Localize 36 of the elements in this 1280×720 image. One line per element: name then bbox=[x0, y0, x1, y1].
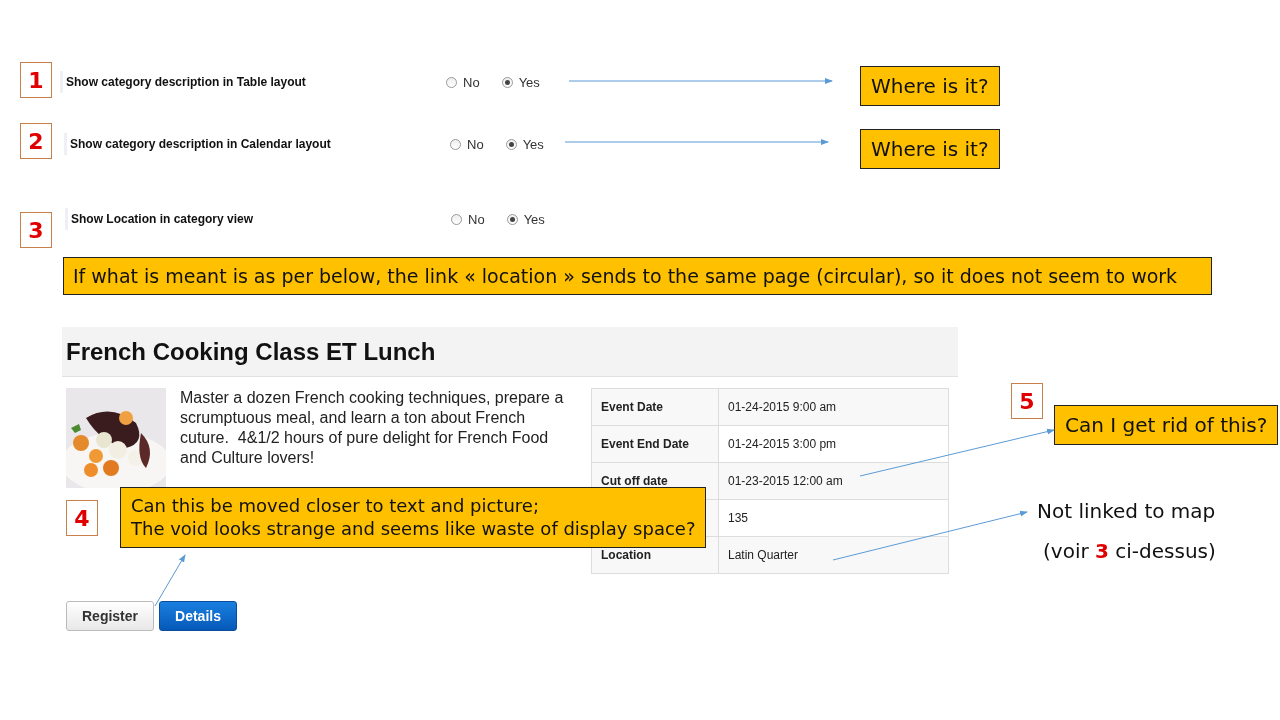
callout-note: If what is meant is as per below, the link « location » sends to the same page (circular), so it does not seem to work bbox=[63, 257, 1212, 295]
annotation-text: (voir 3 ci-dessus) bbox=[1043, 539, 1216, 563]
detail-value: Latin Quarter bbox=[718, 536, 949, 574]
annotation-text: Not linked to map bbox=[1037, 499, 1216, 523]
option-label: Yes bbox=[522, 136, 544, 152]
option-label: No bbox=[463, 74, 480, 90]
radio-button[interactable] bbox=[450, 138, 461, 150]
radio-button[interactable] bbox=[506, 213, 518, 225]
arrow bbox=[154, 554, 186, 607]
radio-button[interactable] bbox=[451, 213, 462, 225]
callout-note: Can I get rid of this? bbox=[1054, 405, 1279, 445]
detail-label: Event End Date bbox=[591, 425, 719, 463]
radio-button[interactable] bbox=[505, 138, 517, 150]
option-label: No bbox=[467, 136, 484, 152]
callout-note: Can this be moved closer to text and picture; The void looks strange and seems like waste of display space? bbox=[120, 487, 707, 548]
step-number: 2 bbox=[20, 123, 52, 159]
step-number: 3 bbox=[20, 212, 52, 248]
step-number: 1 bbox=[20, 62, 52, 98]
detail-label: Event Date bbox=[591, 388, 719, 426]
step-number: 5 bbox=[1011, 383, 1043, 419]
radio-button[interactable] bbox=[446, 76, 457, 88]
event-description: Master a dozen French cooking techniques, prepare a scrumptuous meal, and learn a ton about French cuture. 4&1/2 hours of pure delight for French Food and Culture lovers! bbox=[180, 388, 565, 468]
callout-note: Where is it? bbox=[860, 129, 1000, 169]
step-number: 4 bbox=[66, 500, 98, 536]
detail-value: 01-23-2015 12:00 am bbox=[718, 462, 949, 500]
option-label: No bbox=[468, 211, 485, 227]
detail-value: 135 bbox=[718, 499, 949, 537]
register-button[interactable]: Register bbox=[66, 601, 155, 631]
option-label: Yes bbox=[518, 74, 540, 90]
detail-value: 01-24-2015 9:00 am bbox=[718, 388, 949, 426]
radio-button[interactable] bbox=[501, 76, 513, 88]
event-title: French Cooking Class ET Lunch bbox=[62, 327, 958, 377]
details-button[interactable]: Details bbox=[159, 601, 237, 631]
callout-note: Where is it? bbox=[860, 66, 1000, 106]
option-label: Yes bbox=[523, 211, 545, 227]
detail-value: 01-24-2015 3:00 pm bbox=[718, 425, 949, 463]
